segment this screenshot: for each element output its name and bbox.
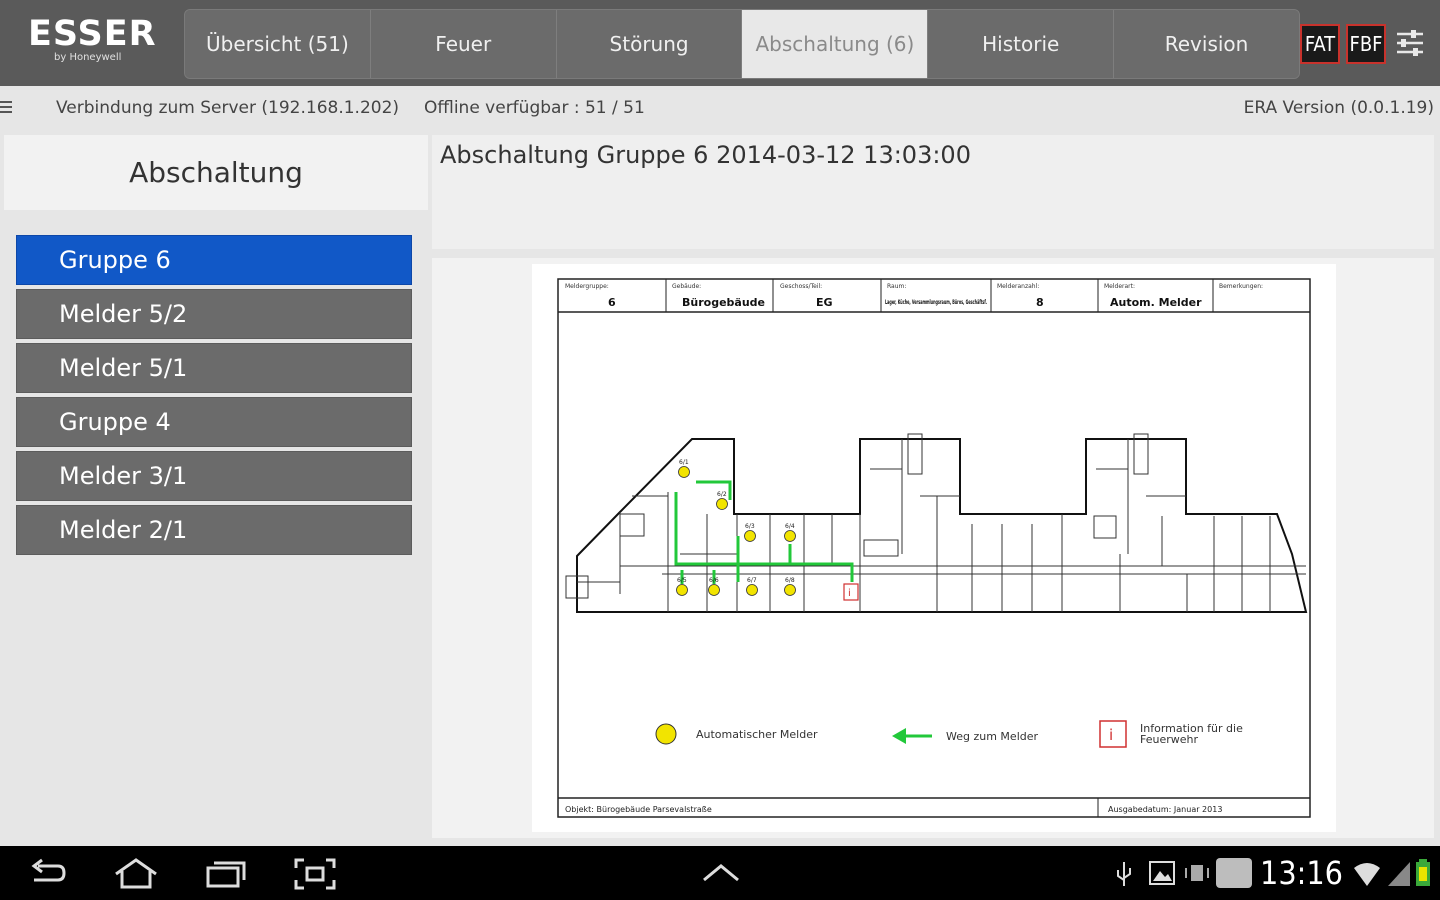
notification-icon <box>1216 858 1252 888</box>
offline-available-text: Offline verfügbar : 51 / 51 <box>424 98 645 118</box>
detector-label: 6/7 <box>747 577 757 584</box>
svg-text:i: i <box>1109 726 1113 744</box>
legend-detector-icon <box>655 723 677 745</box>
plan-value-meldergruppe: 6 <box>608 296 616 309</box>
list-item-melder-3-1[interactable]: Melder 3/1 <box>16 451 412 501</box>
legend-detector-label: Automatischer Melder <box>696 728 818 741</box>
tab-abschaltung[interactable]: Abschaltung (6) <box>742 10 929 78</box>
screenshot-icon[interactable] <box>294 858 336 890</box>
detector-group: 6/1 6/2 6/3 6/4 6/5 6/6 6/7 6/8 <box>676 459 796 596</box>
vibrate-icon <box>1185 865 1209 881</box>
list-item-melder-2-1[interactable]: Melder 2/1 <box>16 505 412 555</box>
plan-value-gebaeude: Bürogebäude <box>682 296 765 309</box>
home-icon[interactable] <box>112 858 160 890</box>
server-connection-text: Verbindung zum Server (192.168.1.202) <box>56 98 400 118</box>
left-panel-title: Abschaltung <box>4 135 428 210</box>
wifi-icon <box>1354 863 1380 886</box>
back-icon[interactable] <box>28 858 68 890</box>
esser-logo: ESSER by Honeywell <box>28 14 168 74</box>
plan-caption-melderanzahl: Melderanzahl: <box>997 283 1039 290</box>
list-item-melder-5-1[interactable]: Melder 5/1 <box>16 343 412 393</box>
plan-footer-object: Objekt: Bürogebäude Parsevalstraße <box>565 805 712 814</box>
detector-label: 6/3 <box>745 523 755 530</box>
plan-footer-date: Ausgabedatum: Januar 2013 <box>1108 805 1222 814</box>
plan-caption-raum: Raum: <box>887 283 906 290</box>
status-bar: Verbindung zum Server (192.168.1.202) Of… <box>0 86 1440 130</box>
plan-caption-gebaeude: Gebäude: <box>672 283 701 290</box>
main-tabs: Übersicht (51) Feuer Störung Abschaltung… <box>184 9 1300 79</box>
menu-icon[interactable] <box>0 100 12 114</box>
detector-label: 6/1 <box>679 459 689 466</box>
plan-value-raum: Lager, Küche, Versammlungsraum, Büros, G… <box>885 299 987 306</box>
detector-label: 6/6 <box>709 577 719 584</box>
plan-value-geschoss: EG <box>816 296 833 309</box>
tab-revision[interactable]: Revision <box>1114 10 1299 78</box>
detector-label: 6/8 <box>785 577 795 584</box>
disablement-list: Gruppe 6 Melder 5/2 Melder 5/1 Gruppe 4 … <box>16 235 412 559</box>
legend-path-arrow-icon <box>892 728 932 744</box>
tab-historie[interactable]: Historie <box>928 10 1115 78</box>
tab-uebersicht[interactable]: Übersicht (51) <box>185 10 371 78</box>
list-item-melder-5-2[interactable]: Melder 5/2 <box>16 289 412 339</box>
path-to-detector <box>674 480 854 584</box>
detector-label: 6/5 <box>677 577 687 584</box>
floor-plan[interactable]: Meldergruppe: Gebäude: Geschoss/Teil: Ra… <box>532 264 1336 832</box>
legend-path-label: Weg zum Melder <box>946 730 1039 743</box>
detector-icon[interactable] <box>676 584 688 596</box>
event-header: Abschaltung Gruppe 6 2014-03-12 13:03:00 <box>432 135 1434 249</box>
plan-value-melderart: Autom. Melder <box>1110 296 1202 309</box>
svg-text:i: i <box>848 588 851 599</box>
detector-icon[interactable] <box>784 530 796 542</box>
tab-stoerung[interactable]: Störung <box>556 10 743 78</box>
plan-caption-meldergruppe: Meldergruppe: <box>565 283 609 290</box>
fbf-button[interactable]: FBF <box>1346 24 1386 64</box>
detector-icon[interactable] <box>744 530 756 542</box>
tab-feuer[interactable]: Feuer <box>370 10 557 78</box>
usb-icon <box>1117 862 1131 886</box>
battery-icon <box>1416 859 1430 886</box>
system-nav-bar: 13:16 <box>0 846 1440 900</box>
list-item-gruppe-4[interactable]: Gruppe 4 <box>16 397 412 447</box>
legend-info-label: Information für die Feuerwehr <box>1140 722 1246 746</box>
plan-caption-melderart: Melderart: <box>1104 283 1135 290</box>
info-marker[interactable]: i <box>843 583 859 601</box>
detector-icon[interactable] <box>678 466 690 478</box>
detector-icon[interactable] <box>716 498 728 510</box>
detector-icon[interactable] <box>784 584 796 596</box>
plan-caption-geschoss: Geschoss/Teil: <box>780 283 822 290</box>
signal-icon <box>1388 862 1410 886</box>
era-version-text: ERA Version (0.0.1.19) <box>1243 98 1434 118</box>
settings-sliders-icon[interactable] <box>1395 28 1425 58</box>
logo-brand: ESSER <box>28 14 157 54</box>
list-item-gruppe-6[interactable]: Gruppe 6 <box>16 235 412 285</box>
fat-button[interactable]: FAT <box>1300 24 1340 64</box>
detector-label: 6/4 <box>785 523 795 530</box>
plan-value-melderanzahl: 8 <box>1036 296 1044 309</box>
top-bar: ESSER by Honeywell Übersicht (51) Feuer … <box>0 0 1440 86</box>
legend-info-icon: i <box>1099 720 1127 748</box>
detector-icon[interactable] <box>746 584 758 596</box>
recent-apps-icon[interactable] <box>204 858 248 890</box>
gallery-icon <box>1149 861 1175 885</box>
detector-label: 6/2 <box>717 491 727 498</box>
clock: 13:16 <box>1260 854 1343 892</box>
stairs <box>565 433 1149 599</box>
detector-icon[interactable] <box>708 584 720 596</box>
chevron-up-icon[interactable] <box>702 862 740 884</box>
plan-caption-bemerkungen: Bemerkungen: <box>1219 283 1263 290</box>
event-title: Abschaltung Gruppe 6 2014-03-12 13:03:00 <box>440 141 971 169</box>
